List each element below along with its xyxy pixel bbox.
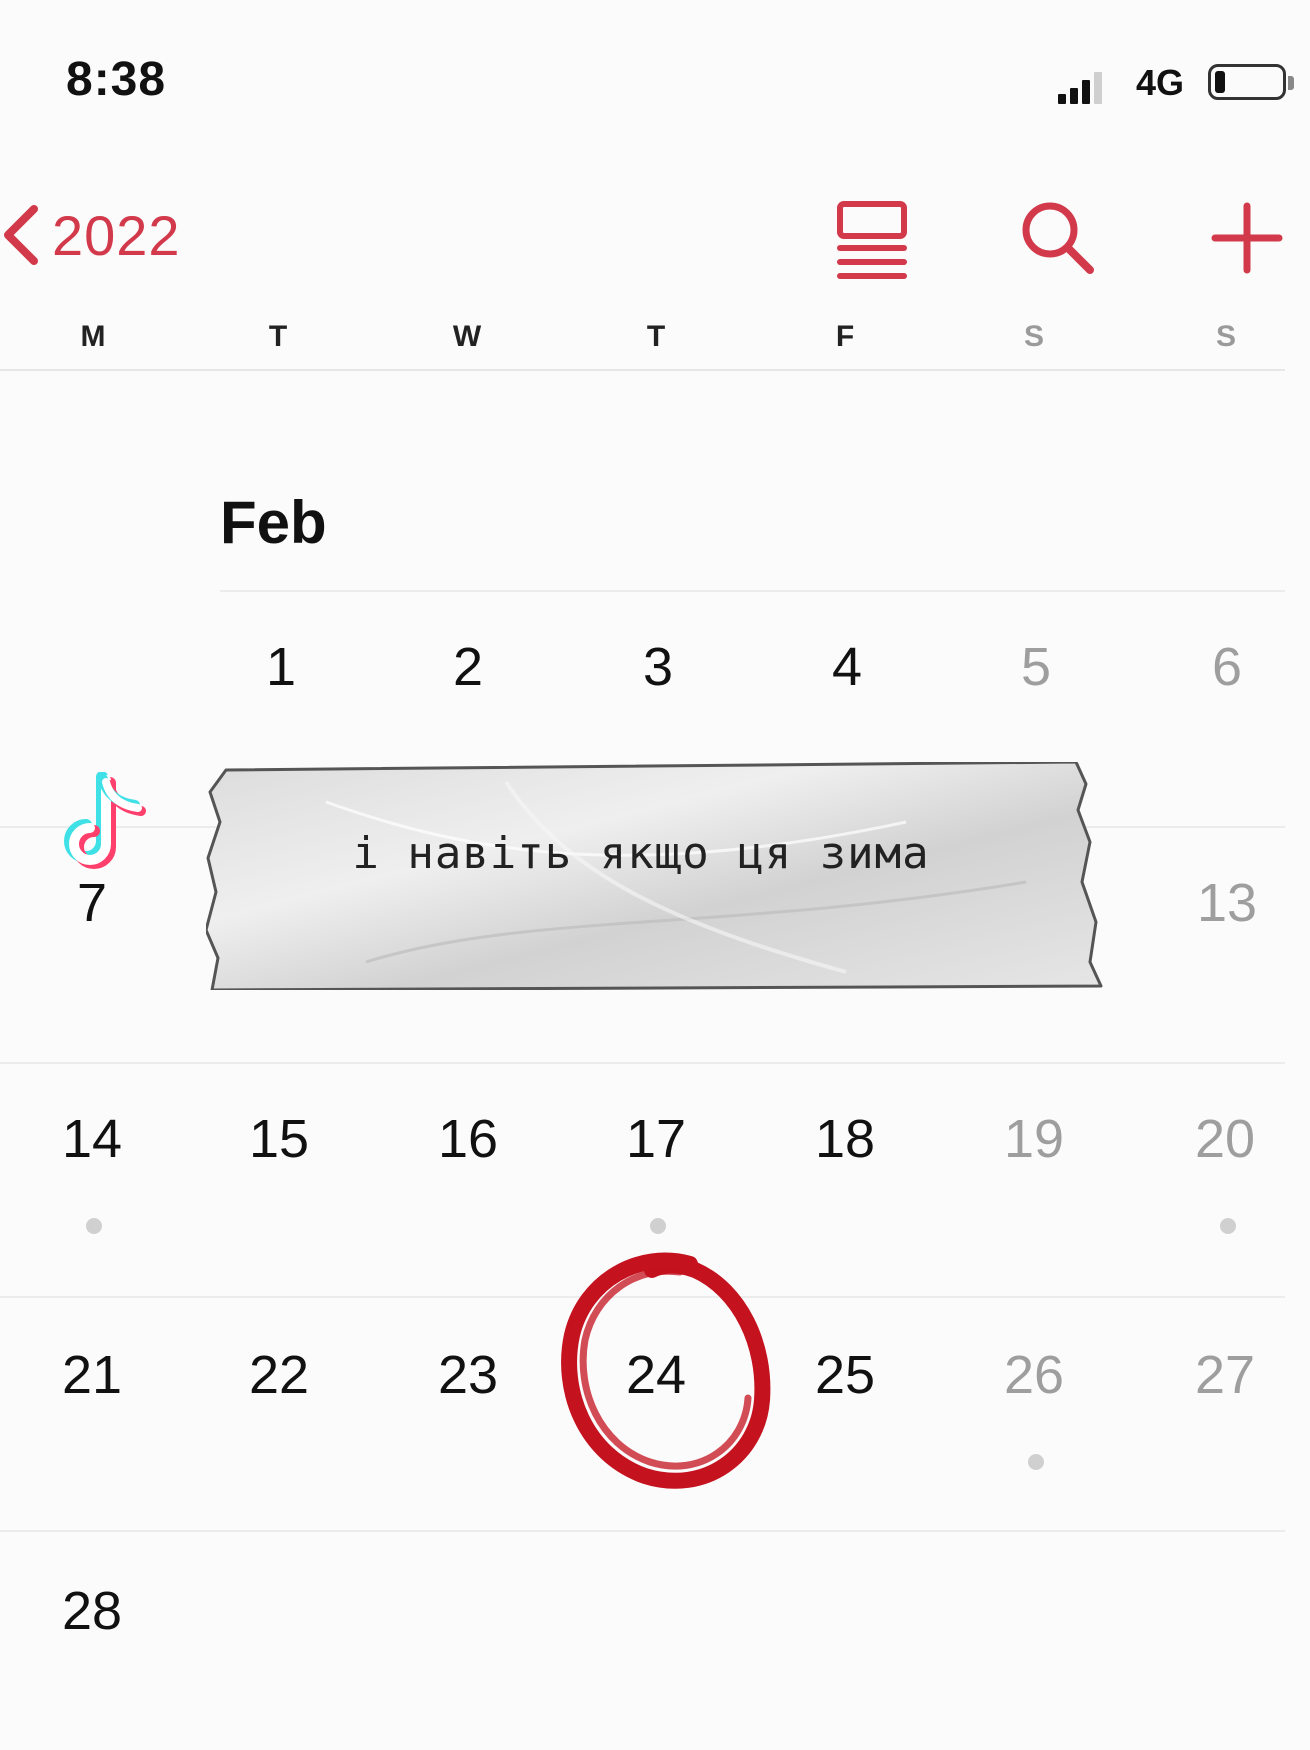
status-time: 8:38 (66, 53, 167, 106)
event-dot (86, 1218, 102, 1234)
day-cell[interactable]: 22 (204, 1344, 354, 1406)
battery-icon (1208, 64, 1286, 100)
day-cell[interactable]: 14 (17, 1108, 167, 1170)
plus-icon (1211, 202, 1283, 274)
list-view-button[interactable] (830, 196, 914, 280)
day-cell[interactable]: 20 (1150, 1108, 1300, 1170)
back-to-year-button[interactable]: 2022 (0, 200, 181, 270)
year-label: 2022 (52, 203, 181, 267)
search-icon (1022, 202, 1094, 274)
day-cell[interactable]: 15 (204, 1108, 354, 1170)
add-event-button[interactable] (1205, 196, 1289, 280)
day-cell[interactable]: 4 (772, 636, 922, 698)
day-cell[interactable]: 3 (583, 636, 733, 698)
day-cell[interactable]: 1 (206, 636, 356, 698)
day-cell[interactable]: 2 (393, 636, 543, 698)
row-divider (220, 590, 1285, 592)
day-cell[interactable]: 23 (393, 1344, 543, 1406)
day-cell[interactable]: 27 (1150, 1344, 1300, 1406)
day-cell[interactable]: 5 (961, 636, 1111, 698)
list-icon (837, 201, 907, 279)
sticker-text: і навіть якщо ця зима (352, 828, 930, 879)
day-cell[interactable]: 17 (581, 1108, 731, 1170)
day-cell[interactable]: 6 (1152, 636, 1302, 698)
weekday-friday: F (835, 320, 855, 353)
day-cell[interactable]: 18 (770, 1108, 920, 1170)
chevron-left-icon (4, 205, 38, 265)
weekday-saturday: S (1023, 320, 1044, 353)
day-cell[interactable]: 19 (959, 1108, 1109, 1170)
signal-strength-icon (1058, 70, 1106, 104)
header-divider (0, 369, 1285, 371)
weekday-monday: M (80, 320, 106, 353)
row-divider (0, 1530, 1285, 1532)
day-cell[interactable]: 26 (959, 1344, 1109, 1406)
day-cell[interactable]: 25 (770, 1344, 920, 1406)
tiktok-logo-icon (64, 772, 146, 869)
event-dot (650, 1218, 666, 1234)
event-dot (1028, 1454, 1044, 1470)
day-cell[interactable]: 21 (17, 1344, 167, 1406)
circle-marker (561, 1252, 771, 1489)
battery-tip (1288, 76, 1294, 90)
row-divider (0, 1062, 1285, 1064)
weekday-thursday: T (646, 320, 666, 353)
search-button[interactable] (1016, 196, 1100, 280)
day-cell[interactable]: 16 (393, 1108, 543, 1170)
weekday-sunday: S (1215, 320, 1236, 353)
month-title: Feb (220, 489, 327, 556)
event-dot (1220, 1218, 1236, 1234)
day-cell[interactable]: 28 (17, 1580, 167, 1642)
network-type: 4G (1136, 62, 1185, 103)
day-cell[interactable]: 13 (1152, 872, 1302, 934)
weekday-tuesday: T (268, 320, 288, 353)
weekday-wednesday: W (452, 320, 482, 353)
